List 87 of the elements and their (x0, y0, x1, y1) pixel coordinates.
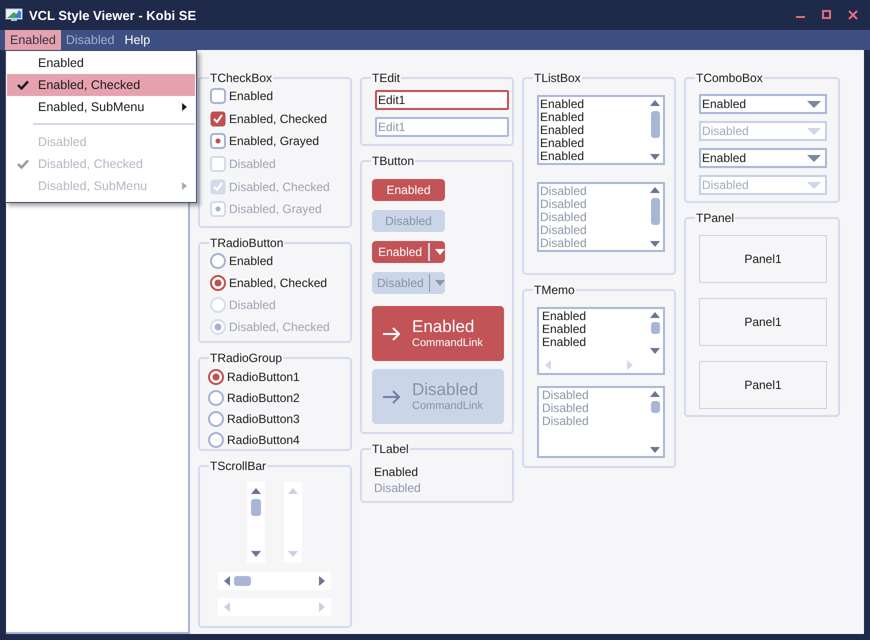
radio-button[interactable] (210, 253, 226, 269)
group-title: TRadioGroup (209, 351, 284, 365)
list-item[interactable]: Enabled (540, 124, 647, 137)
radio-label: RadioButton2 (227, 390, 300, 404)
scroll-thumb[interactable] (650, 322, 660, 334)
split-button[interactable]: Enabled (372, 241, 445, 263)
scroll-bar[interactable] (247, 482, 265, 563)
scroll-thumb[interactable] (650, 111, 660, 138)
list-item[interactable]: Enabled (540, 150, 647, 163)
memo-line: Disabled (542, 415, 590, 428)
close-icon[interactable] (848, 10, 858, 20)
checkbox-label: Disabled, Checked (229, 180, 330, 194)
radio-label: RadioButton4 (227, 432, 300, 446)
window-title: VCL Style Viewer - Kobi SE (29, 8, 196, 22)
checkbox-label: Enabled, Grayed (229, 134, 320, 148)
button[interactable]: Enabled (372, 179, 445, 201)
memo-line: Disabled (542, 402, 590, 415)
up-arrow-icon[interactable] (650, 312, 660, 318)
group-title: TCheckBox (209, 71, 274, 85)
radio-button[interactable] (208, 432, 224, 448)
radio-button[interactable] (208, 368, 224, 384)
list-item[interactable]: Enabled (540, 98, 647, 111)
label-text: Disabled (374, 480, 422, 496)
group-title: TComboBox (695, 71, 764, 85)
arrow-icon (382, 390, 402, 404)
scroll-thumb[interactable] (234, 576, 251, 586)
memo-line: Enabled (542, 336, 588, 349)
group-title: TScrollBar (209, 459, 268, 473)
group-title: TMemo (533, 283, 576, 297)
checkbox-label: Enabled (229, 89, 274, 104)
panel: Panel1 (699, 298, 827, 346)
down-arrow-icon[interactable] (650, 348, 660, 354)
memo-line: Disabled (542, 389, 590, 402)
left-arrow-icon[interactable] (224, 576, 230, 586)
submenu-arrow-icon[interactable] (182, 103, 187, 111)
checkbox[interactable] (210, 88, 226, 104)
checkbox-label: Disabled (229, 157, 276, 172)
radio-label: Disabled (229, 298, 276, 312)
scroll-thumb[interactable] (251, 499, 261, 516)
radio-label: Disabled, Checked (229, 320, 330, 334)
app-icon (5, 8, 23, 22)
list-item[interactable]: Enabled (540, 137, 647, 150)
radio-button[interactable] (208, 390, 224, 406)
right-arrow-icon[interactable] (319, 576, 325, 586)
caret-icon[interactable] (807, 154, 821, 162)
menu-item[interactable]: Help (120, 30, 156, 50)
group-title: TLabel (371, 442, 410, 456)
group-title: TPanel (695, 211, 736, 225)
checkbox-label: Enabled, Checked (229, 112, 328, 126)
radio-label: Enabled (229, 254, 274, 268)
menu-item[interactable]: Enabled, Checked (7, 74, 195, 96)
panel: Panel1 (699, 235, 827, 283)
checkbox[interactable] (210, 133, 226, 150)
text-field[interactable]: Edit1 (375, 90, 509, 110)
arrow-icon (382, 326, 402, 340)
group-title: TEdit (371, 71, 402, 85)
group-title: TRadioButton (209, 236, 284, 250)
label-text: Enabled (374, 464, 420, 480)
caret-icon[interactable] (807, 100, 821, 108)
checkbox[interactable] (210, 110, 226, 127)
down-arrow-icon[interactable] (650, 154, 660, 160)
menu-item[interactable]: Enabled (7, 52, 195, 74)
up-arrow-icon[interactable] (650, 100, 660, 106)
maximize-icon[interactable] (822, 10, 832, 20)
group-title: TButton (371, 154, 416, 168)
menu-item[interactable]: Enabled, SubMenu (7, 96, 195, 118)
memo-line: Enabled (542, 323, 588, 336)
down-arrow-icon[interactable] (251, 551, 261, 557)
memo-line: Enabled (542, 310, 588, 323)
radio-label: RadioButton1 (227, 370, 300, 384)
panel: Panel1 (699, 361, 827, 409)
radio-label: RadioButton3 (227, 412, 300, 426)
list-box[interactable]: Enabled Enabled Enabled Enabled Enabled (537, 95, 665, 165)
group-title: TListBox (533, 71, 582, 85)
menu-item[interactable]: Enabled (5, 30, 61, 50)
radio-label: Enabled, Checked (229, 276, 328, 290)
list-item[interactable]: Enabled (540, 111, 647, 124)
memo-field[interactable]: Enabled Enabled Enabled (537, 307, 665, 375)
radio-button[interactable] (210, 275, 226, 291)
command-link-button[interactable]: Enabled CommandLink (372, 306, 504, 361)
caret-icon[interactable] (435, 249, 445, 255)
radio-button[interactable] (208, 410, 224, 426)
combo-box[interactable]: Enabled (699, 148, 827, 168)
scroll-bar[interactable] (218, 572, 331, 590)
checkbox-label: Disabled, Grayed (229, 202, 322, 216)
up-arrow-icon[interactable] (251, 488, 261, 494)
combo-box[interactable]: Enabled (699, 94, 827, 114)
